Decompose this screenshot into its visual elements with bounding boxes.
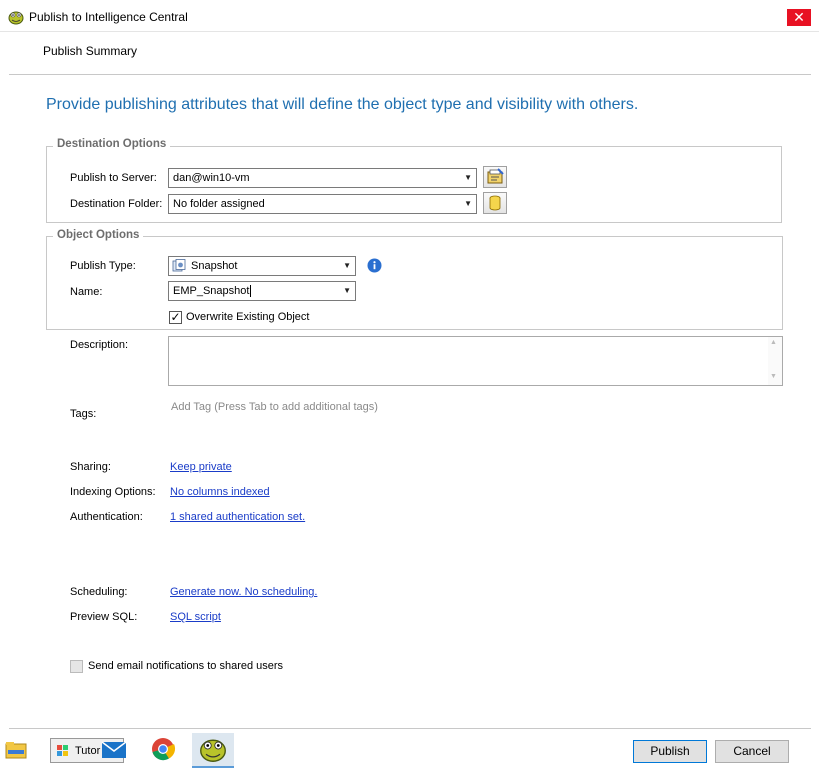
scheduling-link[interactable]: Generate now. No scheduling. xyxy=(170,586,317,598)
file-explorer-icon[interactable] xyxy=(4,738,30,764)
dropdown-arrow-icon: ▼ xyxy=(343,261,351,270)
publish-type-value: Snapshot xyxy=(191,260,238,272)
close-icon: ✕ xyxy=(793,9,805,25)
description-scrollbar[interactable]: ▲ ▼ xyxy=(768,337,782,385)
object-options-title: Object Options xyxy=(53,229,144,241)
scroll-down-icon[interactable]: ▼ xyxy=(770,373,777,380)
email-notify-label: Send email notifications to shared users xyxy=(88,660,284,672)
close-button[interactable]: ✕ xyxy=(787,9,811,26)
server-label: Publish to Server: xyxy=(70,172,157,184)
email-notify-checkbox[interactable] xyxy=(70,660,83,673)
divider xyxy=(9,74,811,75)
publish-summary-heading: Publish Summary xyxy=(43,44,138,58)
database-folder-icon xyxy=(489,195,501,211)
scroll-up-icon[interactable]: ▲ xyxy=(770,339,777,346)
sharing-label: Sharing: xyxy=(70,461,111,473)
page-headline: Provide publishing attributes that will … xyxy=(46,96,639,113)
name-value: EMP_Snapshot xyxy=(173,285,250,297)
tutor-label: Tutor xyxy=(75,745,101,757)
divider xyxy=(9,728,811,729)
text-cursor xyxy=(250,285,252,297)
publish-button[interactable]: Publish xyxy=(633,740,707,763)
folder-value: No folder assigned xyxy=(173,198,265,210)
publish-type-select[interactable]: Snapshot ▼ xyxy=(168,256,356,276)
server-properties-icon xyxy=(487,168,504,184)
mail-icon[interactable] xyxy=(101,736,127,762)
preview-sql-label: Preview SQL: xyxy=(70,611,138,623)
publish-type-label: Publish Type: xyxy=(70,260,136,272)
indexing-link[interactable]: No columns indexed xyxy=(170,486,270,498)
dropdown-arrow-icon: ▼ xyxy=(343,286,351,295)
app-frog-icon xyxy=(199,735,227,763)
dropdown-arrow-icon: ▼ xyxy=(464,173,472,182)
window-title: Publish to Intelligence Central xyxy=(29,10,188,24)
app-frog-icon xyxy=(8,9,24,25)
scheduling-label: Scheduling: xyxy=(70,586,128,598)
taskbar-app-active[interactable] xyxy=(192,733,234,768)
server-value: dan@win10-vm xyxy=(173,172,250,184)
database-folder-button[interactable] xyxy=(483,192,507,214)
checkmark-icon: ✓ xyxy=(170,310,181,324)
sharing-link[interactable]: Keep private xyxy=(170,461,232,473)
windows-grid-icon xyxy=(57,745,69,757)
server-select[interactable]: dan@win10-vm ▼ xyxy=(168,168,477,188)
preview-sql-link[interactable]: SQL script xyxy=(170,611,221,623)
authentication-label: Authentication: xyxy=(70,511,143,523)
indexing-label: Indexing Options: xyxy=(70,486,156,498)
snapshot-icon xyxy=(172,259,186,272)
folder-label: Destination Folder: xyxy=(70,198,163,210)
overwrite-label: Overwrite Existing Object xyxy=(186,311,310,323)
description-textarea[interactable]: ▲ ▼ xyxy=(168,336,783,386)
description-label: Description: xyxy=(70,339,129,351)
overwrite-checkbox[interactable]: ✓ xyxy=(169,311,182,324)
dropdown-arrow-icon: ▼ xyxy=(464,199,472,208)
tags-label: Tags: xyxy=(70,408,97,420)
info-icon[interactable] xyxy=(367,258,382,273)
destination-options-title: Destination Options xyxy=(53,138,171,150)
server-properties-button[interactable] xyxy=(483,166,507,188)
name-label: Name: xyxy=(70,286,103,298)
tags-input[interactable]: Add Tag (Press Tab to add additional tag… xyxy=(171,401,378,413)
cancel-button[interactable]: Cancel xyxy=(715,740,789,763)
object-options-group xyxy=(46,236,783,330)
folder-select[interactable]: No folder assigned ▼ xyxy=(168,194,477,214)
authentication-link[interactable]: 1 shared authentication set. xyxy=(170,511,305,523)
name-input[interactable]: EMP_Snapshot ▼ xyxy=(168,281,356,301)
chrome-icon[interactable] xyxy=(150,736,176,762)
